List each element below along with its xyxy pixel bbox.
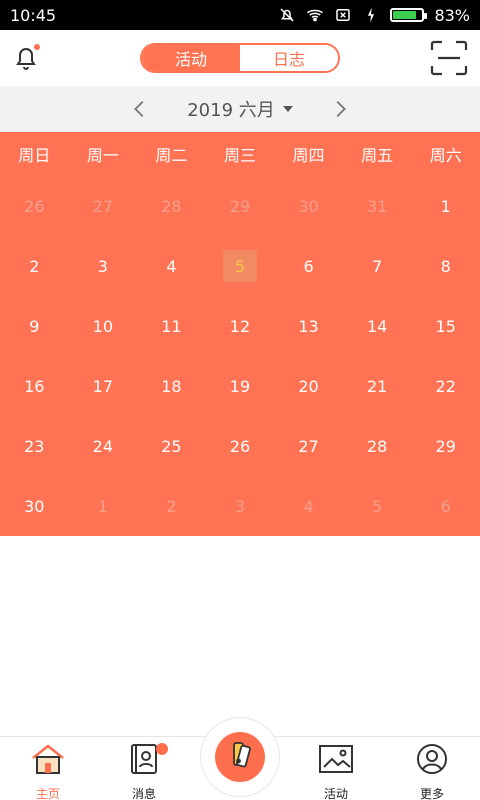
battery-fill bbox=[393, 11, 417, 19]
calendar-week-row: 2 3 4 5 6 7 8 bbox=[0, 236, 480, 296]
calendar-day[interactable]: 3 bbox=[223, 490, 257, 522]
weeks-container: 26 27 28 29 30 31 1 2 3 4 5 6 7 8 9 10 11 12 13 14 15 16 17 18 1… bbox=[0, 176, 480, 536]
dropdown-caret-icon bbox=[282, 106, 293, 112]
month-nav: 2019 六月 bbox=[0, 86, 480, 132]
weekday-label: 周日 bbox=[18, 146, 51, 165]
calendar-day[interactable]: 29 bbox=[429, 430, 463, 462]
color-swatch-icon bbox=[225, 740, 255, 774]
calendar-day[interactable]: 26 bbox=[17, 190, 51, 222]
calendar-day[interactable]: 28 bbox=[154, 190, 188, 222]
calendar-day[interactable]: 15 bbox=[429, 310, 463, 342]
house-icon bbox=[30, 743, 66, 779]
calendar-day[interactable]: 6 bbox=[292, 250, 326, 282]
picture-frame-icon bbox=[318, 743, 354, 779]
calendar-day[interactable]: 28 bbox=[360, 430, 394, 462]
nav-activities[interactable]: 活动 bbox=[302, 743, 370, 800]
calendar-week-row: 9 10 11 12 13 14 15 bbox=[0, 296, 480, 356]
nav-more-label: 更多 bbox=[419, 787, 444, 800]
calendar-day[interactable]: 21 bbox=[360, 370, 394, 402]
nav-home[interactable]: 主页 bbox=[14, 743, 82, 800]
prev-month-button[interactable] bbox=[129, 98, 151, 120]
charging-bolt-icon bbox=[362, 6, 380, 24]
calendar-day[interactable]: 24 bbox=[86, 430, 120, 462]
calendar-day[interactable]: 27 bbox=[86, 190, 120, 222]
nav-messages[interactable]: 消息 bbox=[110, 743, 178, 800]
calendar-week-row: 23 24 25 26 27 28 29 bbox=[0, 416, 480, 476]
calendar-day[interactable]: 18 bbox=[154, 370, 188, 402]
segmented-tabs: 活动 日志 bbox=[140, 43, 340, 73]
app-header: 活动 日志 bbox=[0, 30, 480, 86]
calendar-day[interactable]: 1 bbox=[429, 190, 463, 222]
calendar-day[interactable]: 17 bbox=[86, 370, 120, 402]
calendar-day[interactable]: 27 bbox=[292, 430, 326, 462]
calendar-day[interactable]: 26 bbox=[223, 430, 257, 462]
center-action-button[interactable] bbox=[200, 717, 280, 797]
next-month-button[interactable] bbox=[329, 98, 351, 120]
calendar-day-today[interactable]: 5 bbox=[222, 250, 257, 282]
notification-dot bbox=[34, 44, 40, 50]
calendar-day[interactable]: 30 bbox=[292, 190, 326, 222]
weekday-header: 周日 周一 周二 周三 周四 周五 周六 bbox=[0, 132, 480, 176]
calendar-day[interactable]: 22 bbox=[429, 370, 463, 402]
tab-log[interactable]: 日志 bbox=[240, 45, 338, 71]
wifi-icon bbox=[306, 6, 324, 24]
calendar-day[interactable]: 14 bbox=[360, 310, 394, 342]
calendar-week-row: 16 17 18 19 20 21 22 bbox=[0, 356, 480, 416]
calendar-day[interactable]: 25 bbox=[154, 430, 188, 462]
status-icons: 83% bbox=[278, 6, 470, 25]
weekday-label: 周三 bbox=[223, 146, 256, 165]
center-fab[interactable] bbox=[215, 732, 265, 782]
tab-activities[interactable]: 活动 bbox=[142, 45, 240, 71]
weekday-label: 周四 bbox=[292, 146, 325, 165]
messages-badge bbox=[156, 743, 168, 755]
month-selector[interactable]: 2019 六月 bbox=[187, 96, 293, 122]
bottom-nav: 主页 消息 活动 更多 bbox=[0, 717, 480, 800]
status-time: 10:45 bbox=[10, 5, 57, 25]
user-circle-icon bbox=[415, 743, 449, 779]
calendar-day[interactable]: 30 bbox=[17, 490, 51, 522]
calendar-day[interactable]: 10 bbox=[86, 310, 120, 342]
calendar-grid: 周日 周一 周二 周三 周四 周五 周六 26 27 28 29 30 31 1 2 3 4 5 6 7… bbox=[0, 132, 480, 536]
weekday-label: 周二 bbox=[155, 146, 188, 165]
mute-bell-icon bbox=[278, 6, 296, 24]
nav-messages-label: 消息 bbox=[131, 787, 156, 800]
calendar-day[interactable]: 23 bbox=[17, 430, 51, 462]
calendar-day[interactable]: 16 bbox=[17, 370, 51, 402]
weekday-label: 周一 bbox=[86, 146, 119, 165]
scan-icon[interactable] bbox=[430, 40, 468, 76]
calendar-week-row: 26 27 28 29 30 31 1 bbox=[0, 176, 480, 236]
calendar-day[interactable]: 11 bbox=[154, 310, 188, 342]
calendar-day[interactable]: 8 bbox=[429, 250, 463, 282]
calendar-day[interactable]: 29 bbox=[223, 190, 257, 222]
calendar-day[interactable]: 4 bbox=[154, 250, 188, 282]
calendar-day[interactable]: 2 bbox=[17, 250, 51, 282]
calendar-day[interactable]: 7 bbox=[360, 250, 394, 282]
calendar-day[interactable]: 5 bbox=[360, 490, 394, 522]
calendar-day[interactable]: 3 bbox=[86, 250, 120, 282]
calendar-day[interactable]: 2 bbox=[154, 490, 188, 522]
battery-percent: 83% bbox=[434, 5, 470, 25]
calendar-day[interactable]: 1 bbox=[86, 490, 120, 522]
calendar-day[interactable]: 4 bbox=[292, 490, 326, 522]
calendar-day[interactable]: 9 bbox=[17, 310, 51, 342]
status-bar: 10:45 83% bbox=[0, 0, 480, 30]
weekday-label: 周五 bbox=[361, 146, 394, 165]
month-label: 2019 六月 bbox=[187, 100, 275, 121]
calendar-day[interactable]: 12 bbox=[223, 310, 257, 342]
notification-bell-icon[interactable] bbox=[10, 42, 42, 74]
weekday-label: 周六 bbox=[429, 146, 462, 165]
nav-more[interactable]: 更多 bbox=[398, 743, 466, 800]
calendar-day[interactable]: 19 bbox=[223, 370, 257, 402]
sim-off-icon bbox=[334, 6, 352, 24]
calendar-day[interactable]: 20 bbox=[292, 370, 326, 402]
calendar-day[interactable]: 6 bbox=[429, 490, 463, 522]
battery-icon bbox=[390, 8, 428, 22]
calendar-day[interactable]: 13 bbox=[292, 310, 326, 342]
calendar-day[interactable]: 31 bbox=[360, 190, 394, 222]
calendar-week-row: 30 1 2 3 4 5 6 bbox=[0, 476, 480, 536]
nav-home-label: 主页 bbox=[35, 787, 60, 800]
nav-activities-label: 活动 bbox=[323, 787, 348, 800]
